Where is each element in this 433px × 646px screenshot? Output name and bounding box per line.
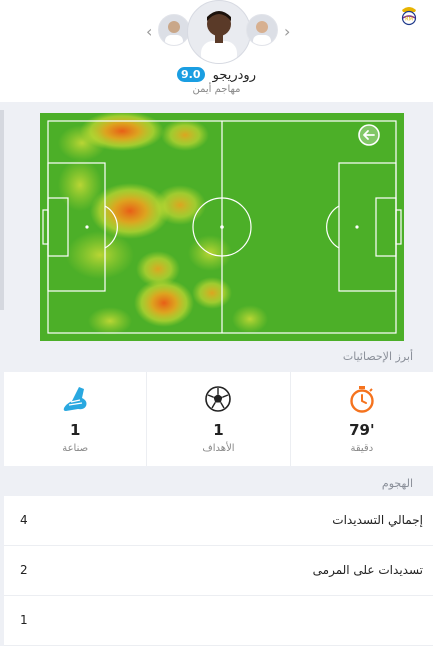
chevron-right-icon[interactable]: › — [284, 24, 290, 40]
player-position: مهاجم أيمن — [192, 84, 241, 95]
stat-row-value: 1 — [20, 613, 28, 627]
stat-row-value: 2 — [20, 563, 28, 577]
stat-value: 1 — [213, 421, 224, 439]
stat-row-value: 4 — [20, 513, 28, 527]
player-name: رودريجو — [212, 68, 256, 83]
highlights-row: 1 صناعة 1 الأهداف 79' دقيقة — [4, 372, 433, 466]
chevron-left-icon[interactable]: ‹ — [146, 24, 152, 40]
previous-player-avatar[interactable] — [158, 14, 190, 46]
attack-title: الهجوم — [381, 477, 413, 490]
list-item[interactable]: 1 — [4, 596, 433, 646]
list-item[interactable]: إجمالي التسديدات 4 — [4, 496, 433, 546]
side-rail — [0, 110, 4, 310]
stat-row-label: تسديدات على المرمى — [312, 563, 423, 577]
stat-value: 79' — [349, 421, 375, 439]
football-boot-icon — [63, 387, 87, 411]
stat-card-goals: 1 الأهداف — [146, 372, 289, 466]
list-item[interactable]: تسديدات على المرمى 2 — [4, 546, 433, 596]
stat-row-label: إجمالي التسديدات — [332, 513, 423, 527]
football-ball-icon — [205, 386, 232, 412]
stat-card-assists: 1 صناعة — [4, 372, 146, 466]
attack-list: إجمالي التسديدات 4 تسديدات على المرمى 2 … — [4, 496, 433, 646]
real-madrid-crest-icon[interactable]: RM — [399, 4, 419, 26]
stat-label: الأهداف — [202, 443, 235, 454]
stat-value: 1 — [69, 421, 81, 439]
svg-text:RM: RM — [405, 17, 413, 23]
stopwatch-icon — [350, 386, 374, 413]
player-header: RM ‹ › رودريجو 9.0 مهاجم أيمن — [0, 0, 433, 102]
highlights-title: أبرز الإحصائيات — [342, 350, 413, 363]
next-player-avatar[interactable] — [246, 14, 278, 46]
arrow-left-circle-icon[interactable] — [358, 124, 380, 146]
avatar — [187, 0, 251, 64]
rating-badge: 9.0 — [177, 67, 205, 82]
stat-label: دقيقة — [350, 443, 374, 454]
stat-card-minutes: 79' دقيقة — [289, 372, 433, 466]
player-name-line: رودريجو 9.0 — [0, 67, 433, 84]
stat-label: صناعة — [62, 443, 89, 454]
heatmap-pitch — [40, 113, 404, 341]
